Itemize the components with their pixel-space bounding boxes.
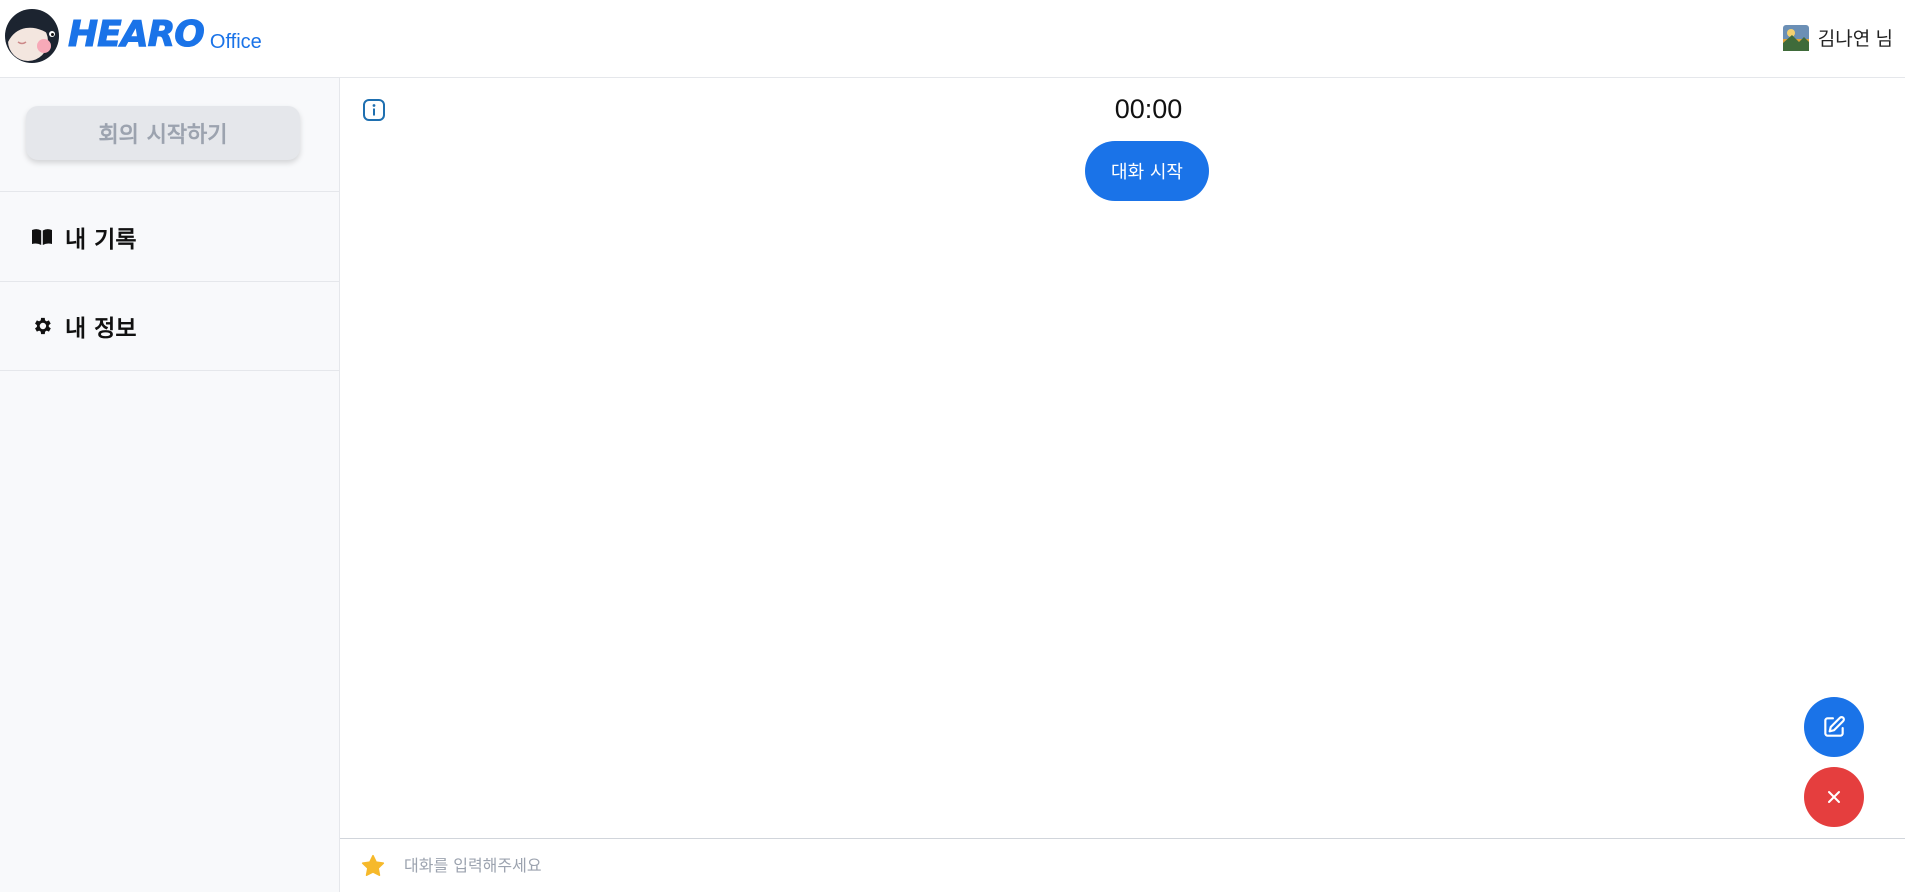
app-logo[interactable]: HEARO Office (4, 8, 262, 64)
app-header: HEARO Office 김나연 님 (0, 0, 1905, 78)
sidebar-nav: 내 기록 내 정보 (0, 191, 339, 371)
logo-subtitle: Office (209, 31, 262, 53)
book-icon (31, 226, 53, 248)
sidebar-item-label: 내 기록 (65, 226, 137, 253)
main-content: 00:00 대화 시작 (340, 78, 1905, 838)
avatar (1782, 24, 1809, 51)
user-menu[interactable]: 김나연 님 (1782, 24, 1893, 51)
edit-icon (1824, 716, 1845, 737)
logo-text: HEARO (68, 14, 206, 56)
start-meeting-button[interactable]: 회의 시작하기 (26, 106, 300, 160)
star-icon[interactable] (360, 853, 386, 879)
mascot-logo-icon (5, 9, 59, 63)
user-name: 김나연 님 (1817, 29, 1893, 50)
sidebar-item-my-info[interactable]: 내 정보 (0, 281, 339, 371)
close-button[interactable] (1804, 767, 1864, 827)
chat-input-bar (340, 838, 1905, 892)
sidebar: 회의 시작하기 내 기록 내 정보 (0, 78, 340, 892)
timer-value: 00:00 (1114, 94, 1183, 124)
timer-display: 00:00 (340, 94, 1805, 125)
close-icon (1828, 791, 1840, 803)
sidebar-item-label: 내 정보 (65, 316, 137, 342)
chat-input[interactable] (404, 847, 1905, 884)
edit-button[interactable] (1804, 697, 1864, 757)
gear-icon (31, 315, 53, 337)
sidebar-item-my-records[interactable]: 내 기록 (0, 191, 339, 281)
start-conversation-button[interactable]: 대화 시작 (1085, 141, 1209, 201)
